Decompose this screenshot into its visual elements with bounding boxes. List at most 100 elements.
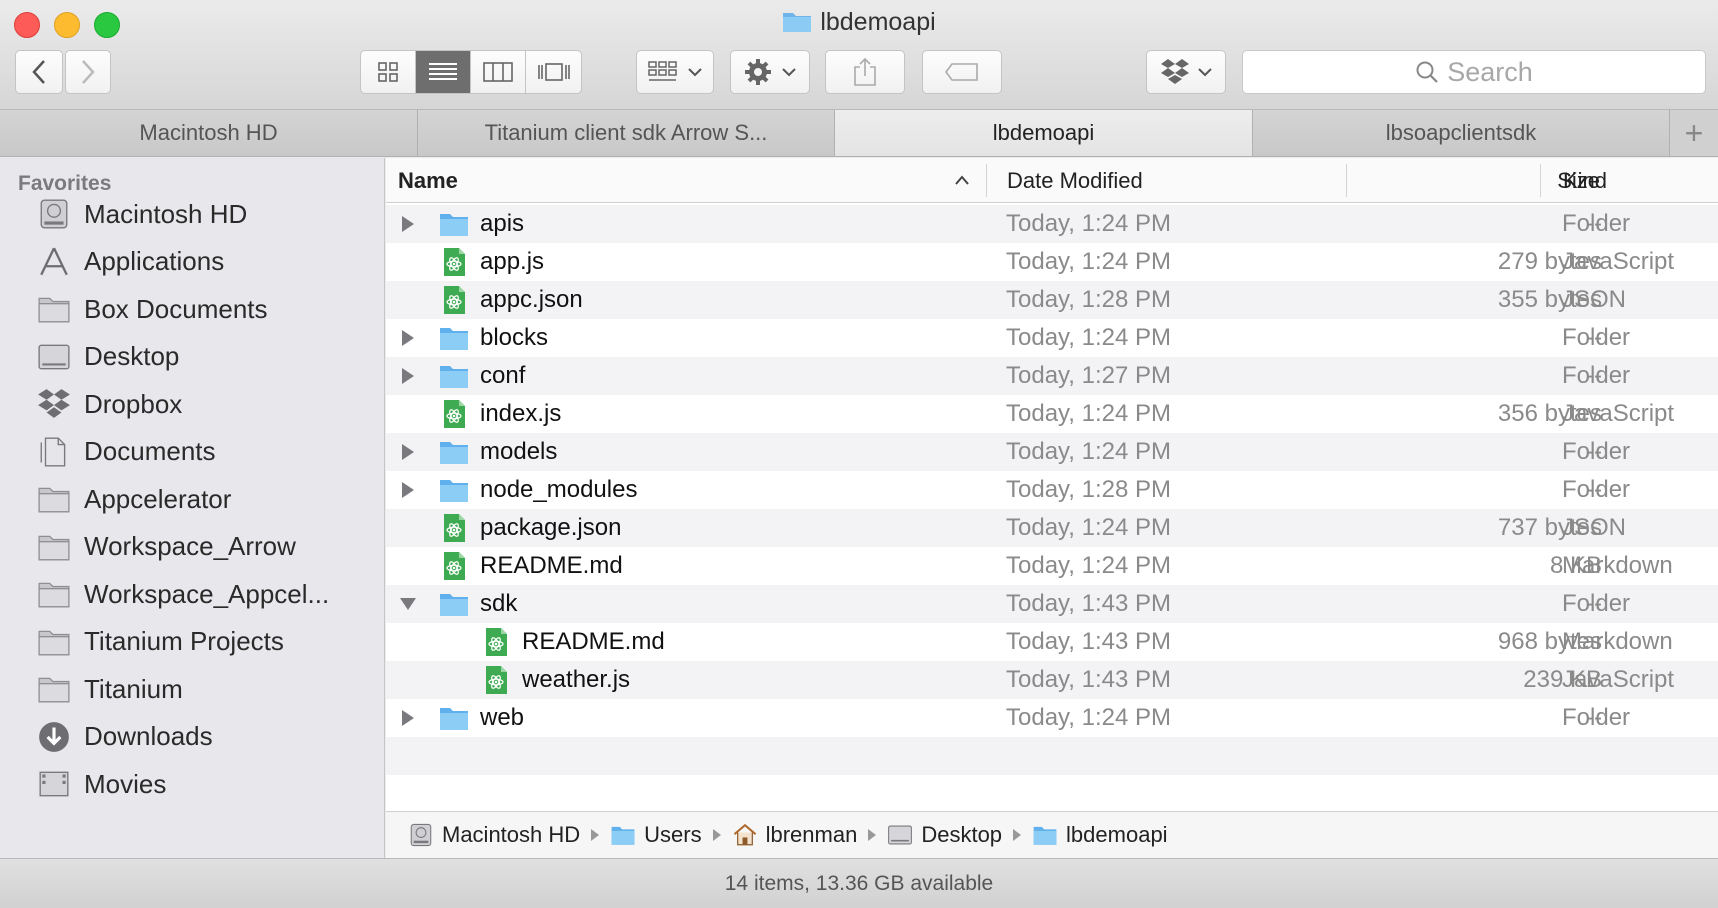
cell-kind: JavaScript bbox=[1562, 400, 1675, 427]
cell-kind: Folder bbox=[1562, 324, 1631, 351]
path-item-macintosh-hd[interactable]: Macintosh HD bbox=[408, 822, 580, 848]
folder-row[interactable]: apis Today, 1:24 PM -- Folder bbox=[386, 205, 1718, 243]
folder-row[interactable]: sdk Today, 1:43 PM -- Folder bbox=[386, 585, 1718, 623]
file-row[interactable]: appc.json Today, 1:28 PM 355 bytes JSON bbox=[386, 281, 1718, 319]
disclosure-collapsed-icon[interactable] bbox=[396, 471, 420, 509]
folder-row[interactable]: web Today, 1:24 PM -- Folder bbox=[386, 699, 1718, 737]
tab-lbsoapclientsdk[interactable]: lbsoapclientsdk bbox=[1253, 110, 1670, 156]
path-item-desktop[interactable]: Desktop bbox=[887, 822, 1002, 848]
cell-name: appc.json bbox=[480, 286, 583, 313]
tab-label: lbsoapclientsdk bbox=[1385, 120, 1537, 145]
sidebar-item-box-documents[interactable]: Box Documents bbox=[0, 283, 384, 335]
sidebar-item-movies[interactable]: Movies bbox=[0, 758, 384, 810]
file-icon bbox=[480, 623, 512, 661]
column-header-name[interactable]: Name bbox=[398, 158, 458, 203]
column-header-kind[interactable]: Kind bbox=[1563, 158, 1607, 203]
file-row[interactable]: README.md Today, 1:24 PM 8 KB Markdown bbox=[386, 547, 1718, 585]
path-item-label: Users bbox=[644, 822, 702, 847]
tab-label: lbdemoapi bbox=[992, 120, 1095, 145]
folder-row[interactable]: node_modules Today, 1:28 PM -- Folder bbox=[386, 471, 1718, 509]
tab-label: Macintosh HD bbox=[139, 120, 278, 145]
tab-macintosh-hd[interactable]: Macintosh HD bbox=[0, 110, 418, 156]
share-button[interactable] bbox=[825, 50, 905, 94]
status-text: 14 items, 13.36 GB available bbox=[724, 871, 994, 895]
tab-bar: Macintosh HD Titanium client sdk Arrow S… bbox=[0, 110, 1718, 157]
icon-view-button[interactable] bbox=[361, 51, 416, 93]
share-icon bbox=[854, 57, 876, 86]
column-view-button[interactable] bbox=[471, 51, 526, 93]
folder-icon bbox=[38, 677, 70, 703]
disclosure-collapsed-icon[interactable] bbox=[396, 319, 420, 357]
disclosure-collapsed-icon[interactable] bbox=[396, 433, 420, 471]
plus-icon: + bbox=[1684, 114, 1704, 151]
cell-date: Today, 1:43 PM bbox=[1006, 666, 1171, 693]
cell-kind: Folder bbox=[1562, 362, 1631, 389]
column-header-date[interactable]: Date Modified bbox=[1007, 158, 1143, 203]
disclosure-collapsed-icon[interactable] bbox=[396, 205, 420, 243]
path-item-lbdemoapi[interactable]: lbdemoapi bbox=[1032, 822, 1168, 848]
desktop-icon bbox=[887, 822, 913, 848]
cell-date: Today, 1:24 PM bbox=[1006, 324, 1171, 351]
file-row[interactable]: weather.js Today, 1:43 PM 239 KB JavaScript bbox=[386, 661, 1718, 699]
folder-icon bbox=[38, 297, 70, 323]
sidebar-item-workspace-appcel[interactable]: Workspace_Appcel... bbox=[0, 568, 384, 620]
file-row[interactable]: README.md Today, 1:43 PM 968 bytes Markdown bbox=[386, 623, 1718, 661]
folder-blue-icon bbox=[440, 594, 468, 616]
sidebar-item-workspace-arrow[interactable]: Workspace_Arrow bbox=[0, 521, 384, 573]
sidebar-item-downloads[interactable]: Downloads bbox=[0, 711, 384, 763]
cover-flow-button[interactable] bbox=[526, 51, 581, 93]
cell-size: -- bbox=[1586, 362, 1602, 389]
cell-size: -- bbox=[1586, 324, 1602, 351]
cell-kind: Markdown bbox=[1562, 628, 1673, 655]
sidebar-item-applications[interactable]: Applications bbox=[0, 236, 384, 288]
new-tab-button[interactable]: + bbox=[1670, 110, 1718, 156]
path-item-lbrenman[interactable]: lbrenman bbox=[732, 822, 857, 848]
file-list: Name Date Modified Size Kind apis Today, … bbox=[386, 158, 1718, 811]
chevron-right-icon bbox=[712, 828, 722, 842]
disclosure-collapsed-icon[interactable] bbox=[396, 357, 420, 395]
desktop-icon bbox=[888, 825, 913, 845]
folder-row[interactable]: blocks Today, 1:24 PM -- Folder bbox=[386, 319, 1718, 357]
file-icon bbox=[438, 547, 470, 585]
cell-date: Today, 1:28 PM bbox=[1006, 286, 1171, 313]
downloads-icon bbox=[35, 718, 73, 756]
action-button[interactable] bbox=[730, 50, 810, 94]
tab-titanium-client-sdk[interactable]: Titanium client sdk Arrow S... bbox=[418, 110, 835, 156]
forward-button[interactable] bbox=[65, 50, 111, 94]
file-row[interactable]: index.js Today, 1:24 PM 356 bytes JavaScrip… bbox=[386, 395, 1718, 433]
disclosure-expanded-icon[interactable] bbox=[396, 585, 420, 623]
sidebar-item-appcelerator[interactable]: Appcelerator bbox=[0, 473, 384, 525]
sort-ascending-icon bbox=[955, 175, 969, 185]
sidebar-item-macintosh-hd[interactable]: Macintosh HD bbox=[0, 188, 384, 240]
tab-lbdemoapi[interactable]: lbdemoapi bbox=[835, 110, 1253, 156]
cell-date: Today, 1:43 PM bbox=[1006, 590, 1171, 617]
folder-blue-icon bbox=[440, 442, 468, 464]
sidebar-item-titanium[interactable]: Titanium bbox=[0, 663, 384, 715]
folder-row[interactable]: conf Today, 1:27 PM -- Folder bbox=[386, 357, 1718, 395]
file-row[interactable]: package.json Today, 1:24 PM 737 bytes JSON bbox=[386, 509, 1718, 547]
back-button[interactable] bbox=[15, 50, 63, 94]
folder-blue-icon bbox=[1033, 826, 1057, 845]
file-row[interactable]: app.js Today, 1:24 PM 279 bytes JavaScript bbox=[386, 243, 1718, 281]
path-item-users[interactable]: Users bbox=[610, 822, 702, 848]
movies-icon bbox=[35, 765, 73, 803]
disclosure-collapsed-icon[interactable] bbox=[396, 699, 420, 737]
window-title-label: lbdemoapi bbox=[820, 8, 936, 36]
arrange-button[interactable] bbox=[636, 50, 714, 94]
folder-row[interactable]: models Today, 1:24 PM -- Folder bbox=[386, 433, 1718, 471]
cell-kind: Markdown bbox=[1562, 552, 1673, 579]
tags-button[interactable] bbox=[922, 50, 1002, 94]
cell-kind: Folder bbox=[1562, 704, 1631, 731]
sidebar-item-titanium-projects[interactable]: Titanium Projects bbox=[0, 616, 384, 668]
cell-date: Today, 1:24 PM bbox=[1006, 400, 1171, 427]
sidebar-item-desktop[interactable]: Desktop bbox=[0, 331, 384, 383]
sidebar-item-label: Titanium bbox=[84, 673, 183, 704]
sidebar-item-dropbox[interactable]: Dropbox bbox=[0, 378, 384, 430]
folder-icon bbox=[438, 585, 470, 623]
dropbox-toolbar-button[interactable] bbox=[1146, 50, 1226, 94]
search-field[interactable]: Search bbox=[1242, 50, 1706, 94]
sidebar-item-documents[interactable]: Documents bbox=[0, 426, 384, 478]
sidebar-item-label: Titanium Projects bbox=[84, 626, 284, 656]
list-view-button[interactable] bbox=[416, 51, 471, 93]
folder-icon bbox=[610, 822, 636, 848]
